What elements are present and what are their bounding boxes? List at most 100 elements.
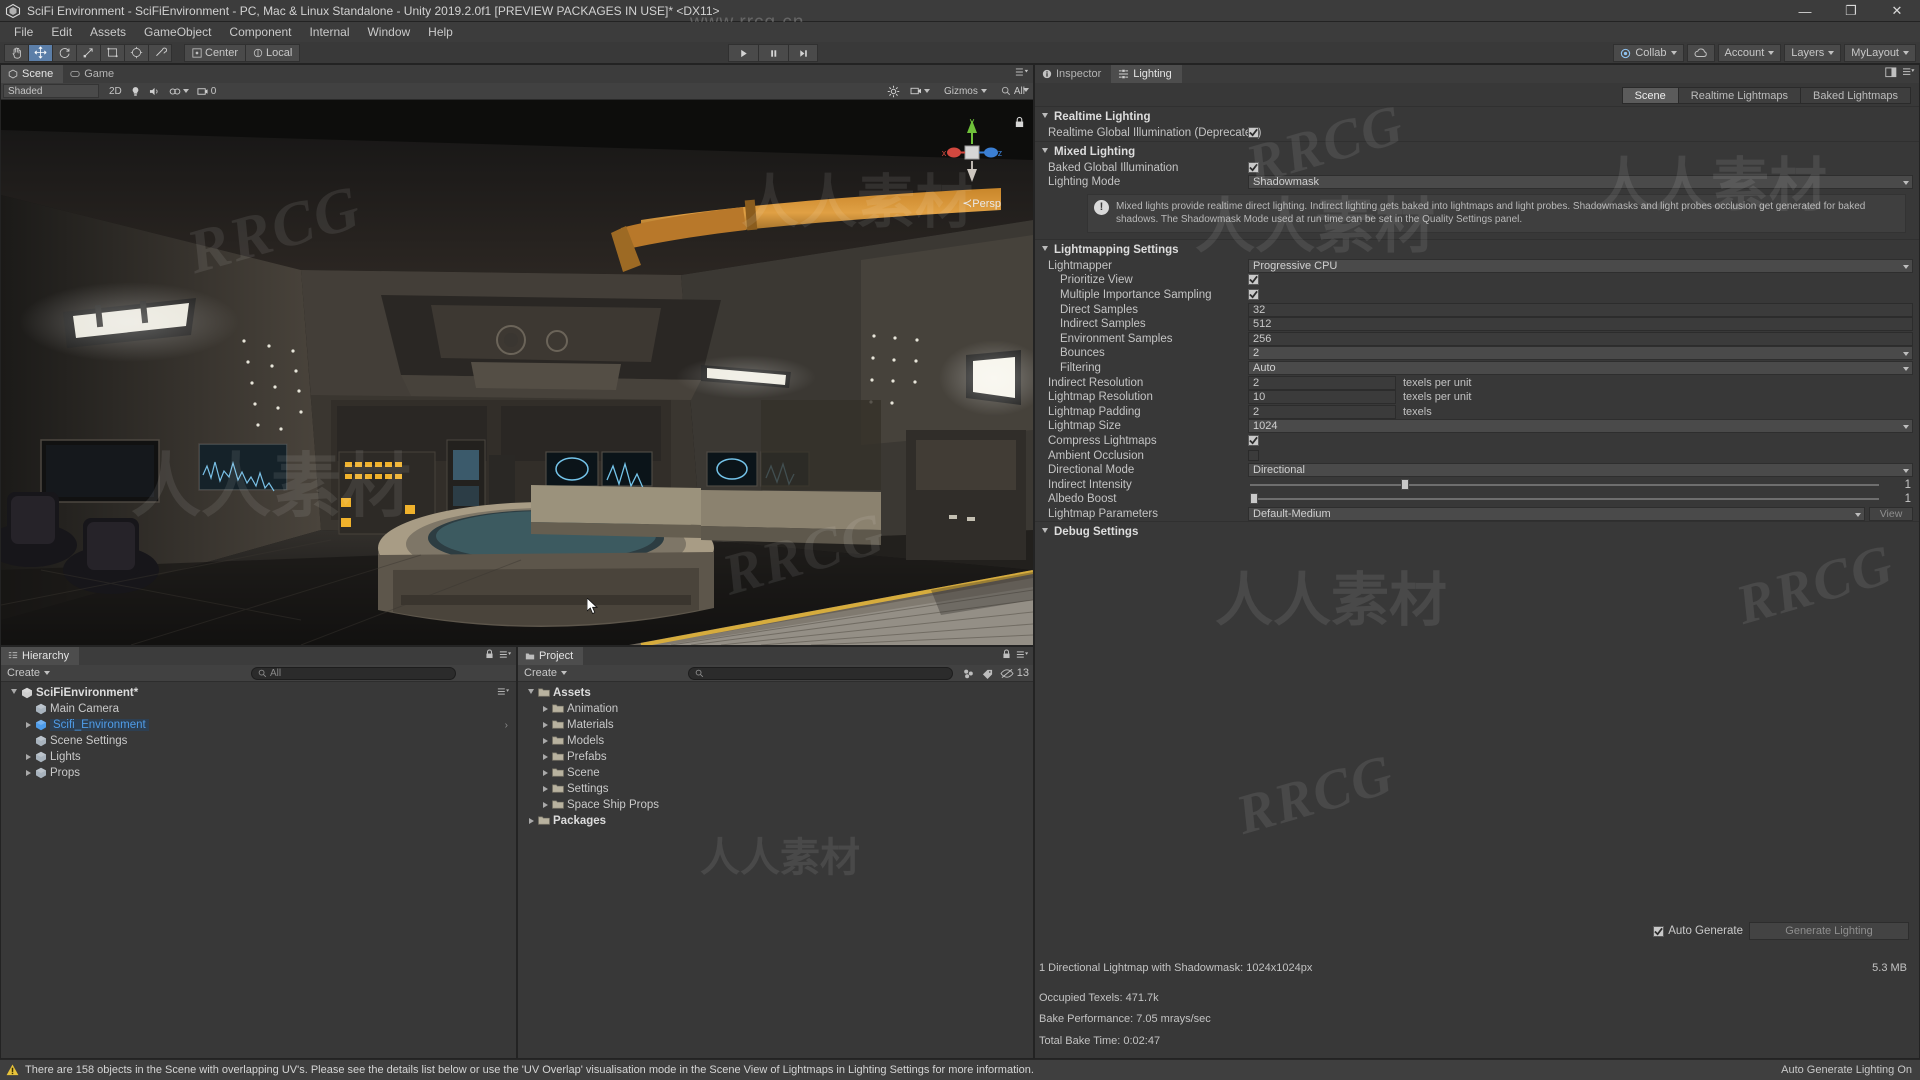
account-button[interactable]: Account [1717,44,1782,62]
project-item-scene[interactable]: Scene [518,765,1033,781]
chevron-down-icon[interactable] [1040,245,1050,254]
tab-inspector[interactable]: Inspector [1035,65,1112,83]
menu-help[interactable]: Help [419,23,462,41]
collab-button[interactable]: Collab [1613,44,1684,62]
gizmos-dropdown[interactable]: Gizmos [940,84,991,98]
chevron-right-icon[interactable] [23,754,33,760]
project-create-button[interactable]: Create [518,666,573,681]
panel-options-icon[interactable] [1015,67,1029,77]
bounces-dropdown[interactable]: 2 [1248,346,1913,361]
hierarchy-item-lights[interactable]: Lights [1,749,516,765]
chevron-right-icon[interactable] [23,770,33,776]
project-item-models[interactable]: Models [518,733,1033,749]
chevron-right-icon[interactable] [23,722,33,728]
realtime-global-illumination-deprecated-checkbox[interactable] [1248,127,1259,138]
move-tool-button[interactable] [28,43,52,62]
hierarchy-search-input[interactable]: All [251,667,456,680]
auto-generate-toggle[interactable]: Auto Generate [1653,925,1743,937]
environment-samples-input[interactable]: 256 [1248,331,1913,346]
scene-orientation-gizmo[interactable]: y x z [941,114,1003,192]
menu-file[interactable]: File [5,23,42,41]
auto-generate-checkbox[interactable] [1653,925,1665,937]
pause-button[interactable] [758,44,788,62]
lightmap-parameters-dropdown[interactable]: Default-Medium [1248,506,1865,521]
menu-internal[interactable]: Internal [300,23,358,41]
slider-handle[interactable] [1250,493,1258,505]
project-item-animation[interactable]: Animation [518,701,1033,717]
tab-hierarchy[interactable]: Hierarchy [1,647,80,665]
project-item-materials[interactable]: Materials [518,717,1033,733]
pivot-center-button[interactable]: Center [184,43,246,62]
scene-viewport[interactable]: y x z ≺Persp RRCG 人人素材 RRCG 人人素材 [1,100,1033,645]
play-button[interactable] [728,44,758,62]
chevron-right-icon[interactable] [1040,528,1050,536]
scene-search-field[interactable]: All [997,84,1029,98]
indirect-samples-input[interactable]: 512 [1248,317,1913,332]
filter-by-label-icon[interactable] [981,668,994,679]
lightmap-size-dropdown[interactable]: 1024 [1248,419,1913,434]
hierarchy-item-scifienvironment[interactable]: SciFiEnvironment* [1,685,516,701]
lightmap-parameters-view-button[interactable]: View [1869,506,1913,521]
chevron-right-icon[interactable] [540,706,550,712]
hierarchy-item-props[interactable]: Props [1,765,516,781]
perspective-mode-label[interactable]: ≺Persp [962,196,1001,210]
chevron-right-icon[interactable] [540,786,550,792]
indirect-resolution-input[interactable]: 2 [1248,375,1396,390]
scene-context-menu-icon[interactable] [497,687,510,699]
view-2d-toggle[interactable]: 2D [105,84,126,98]
filter-by-type-icon[interactable] [962,668,975,679]
chevron-down-icon[interactable] [9,689,19,697]
lightmap-resolution-input[interactable]: 10 [1248,390,1396,405]
project-item-assets[interactable]: Assets [518,685,1033,701]
hierarchy-item-scifi-environment[interactable]: Scifi_Environment › [1,717,516,733]
tab-game[interactable]: Game [63,65,125,83]
scene-lighting-toggle[interactable] [126,84,145,98]
chevron-down-icon[interactable] [1040,147,1050,156]
custom-tool-button[interactable] [148,43,172,62]
filtering-dropdown[interactable]: Auto [1248,360,1913,375]
cloud-button[interactable] [1686,44,1715,62]
shading-mode-dropdown[interactable]: Shaded [3,84,1029,98]
scene-audio-toggle[interactable] [145,84,165,98]
segment-baked-lightmaps[interactable]: Baked Lightmaps [1800,87,1911,104]
lock-icon[interactable] [1002,649,1011,659]
hierarchy-item-main-camera[interactable]: Main Camera [1,701,516,717]
maximize-button[interactable]: ❐ [1828,0,1874,22]
chevron-right-icon[interactable] [540,754,550,760]
project-item-settings[interactable]: Settings [518,781,1033,797]
segment-scene[interactable]: Scene [1621,87,1679,104]
chevron-down-icon[interactable] [1040,113,1050,121]
project-item-prefabs[interactable]: Prefabs [518,749,1033,765]
hierarchy-item-scene-settings[interactable]: Scene Settings [1,733,516,749]
panel-options-icon[interactable] [1902,67,1915,78]
baked-global-illumination-checkbox[interactable] [1248,161,1259,173]
rotate-tool-button[interactable] [52,43,76,62]
hierarchy-create-button[interactable]: Create [1,666,56,681]
scene-camera-dropdown[interactable] [906,84,934,98]
indirect-intensity-value[interactable]: 1 [1905,479,1911,491]
section-header-realtime-lighting[interactable]: Realtime Lighting [1035,106,1919,126]
menu-edit[interactable]: Edit [42,23,81,41]
minimize-button[interactable]: — [1782,0,1828,22]
panel-options-icon[interactable] [1016,650,1029,659]
transform-tool-button[interactable] [124,43,148,62]
status-message[interactable]: There are 158 objects in the Scene with … [25,1064,1034,1076]
generate-lighting-button[interactable]: Generate Lighting [1749,922,1909,940]
chevron-right-icon[interactable] [526,818,536,824]
chevron-right-icon[interactable] [540,738,550,744]
chevron-right-icon[interactable] [540,770,550,776]
chevron-right-icon[interactable] [540,802,550,808]
albedo-boost-slider[interactable] [1250,493,1879,505]
hidden-packages-icon[interactable] [1000,668,1014,679]
slider-handle[interactable] [1400,478,1409,490]
tab-scene[interactable]: Scene [1,65,64,83]
gizmo-settings-icon[interactable] [887,85,900,98]
chevron-down-icon[interactable] [526,689,536,697]
panel-options-icon[interactable] [499,650,512,659]
scene-lock-icon[interactable] [1014,116,1025,131]
directional-mode-dropdown[interactable]: Directional [1248,463,1913,478]
lighting-mode-dropdown[interactable]: Shadowmask [1248,175,1913,190]
section-header-mixed-lighting[interactable]: Mixed Lighting [1035,140,1919,161]
layout-button[interactable]: MyLayout [1844,44,1916,62]
indirect-intensity-slider[interactable] [1250,478,1879,490]
